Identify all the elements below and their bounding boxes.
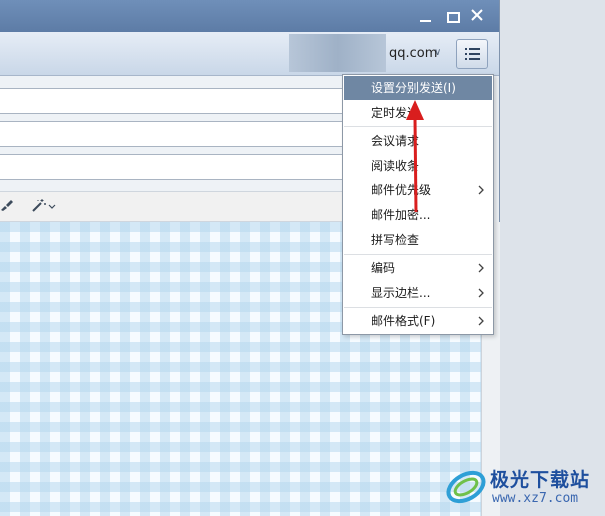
menu-item-label: 显示边栏...	[371, 286, 431, 300]
menu-divider	[344, 254, 492, 255]
menu-item-encoding[interactable]: 编码	[344, 256, 492, 280]
watermark-logo-icon	[446, 470, 486, 504]
watermark-url: www.xz7.com	[492, 491, 579, 506]
menu-item-mail-format[interactable]: 邮件格式(F)	[344, 309, 492, 333]
maximize-button[interactable]	[445, 8, 461, 24]
menu-divider	[344, 307, 492, 308]
close-icon	[471, 9, 483, 21]
submenu-arrow-icon	[478, 288, 484, 298]
menu-item-label: 编码	[371, 261, 396, 275]
submenu-arrow-icon	[478, 263, 484, 273]
title-bar	[0, 0, 499, 32]
menu-item-show-sidebar[interactable]: 显示边栏...	[344, 281, 492, 305]
watermark: 极光下载站 www.xz7.com	[444, 463, 602, 511]
chevron-down-icon[interactable]: ∨	[434, 47, 441, 58]
menu-item-label: 邮件格式(F)	[371, 314, 436, 328]
submenu-arrow-icon	[478, 185, 484, 195]
brush-icon[interactable]	[0, 198, 14, 215]
account-name-redacted	[289, 34, 386, 72]
menu-item-label: 设置分别发送(I)	[371, 81, 456, 95]
account-email[interactable]: qq.com	[389, 46, 437, 61]
submenu-arrow-icon	[478, 316, 484, 326]
cc-input[interactable]	[0, 121, 398, 147]
more-options-button[interactable]	[456, 39, 488, 69]
watermark-title: 极光下载站	[490, 469, 591, 491]
recipient-input[interactable]	[0, 88, 398, 114]
annotation-arrow	[406, 100, 424, 213]
compose-header: qq.com ∨	[0, 32, 499, 76]
menu-list-icon	[465, 48, 480, 60]
minimize-button[interactable]	[418, 8, 434, 24]
magic-wand-icon[interactable]	[31, 197, 57, 216]
menu-item-spell-check[interactable]: 拼写检查	[344, 228, 492, 252]
menu-item-label: 拼写检查	[371, 233, 420, 247]
subject-input[interactable]	[0, 154, 398, 180]
close-button[interactable]	[470, 8, 486, 24]
